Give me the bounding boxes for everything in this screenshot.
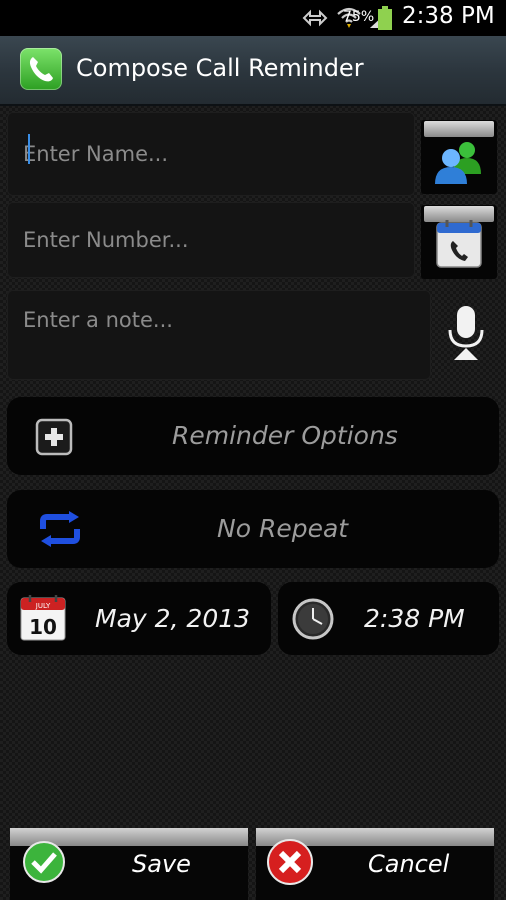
status-clock: 2:38 PM: [402, 3, 495, 29]
name-input[interactable]: [7, 112, 415, 196]
button-bar: [424, 121, 494, 137]
phone-app-icon: [20, 48, 62, 90]
number-input[interactable]: [7, 202, 415, 278]
repeat-button[interactable]: No Repeat: [7, 490, 499, 568]
checkmark-icon: [23, 841, 65, 883]
save-label: Save: [132, 850, 191, 878]
contacts-button[interactable]: [421, 120, 497, 194]
note-input[interactable]: [7, 290, 431, 380]
reminder-options-button[interactable]: Reminder Options: [7, 397, 499, 475]
note-field-container: [7, 290, 431, 380]
time-picker-button[interactable]: 2:38 PM: [278, 582, 499, 655]
repeat-icon: [40, 511, 80, 547]
calendar-month: JULY: [35, 602, 51, 610]
time-value: 2:38 PM: [364, 604, 465, 633]
text-cursor: [28, 134, 30, 164]
repeat-label: No Repeat: [217, 514, 349, 543]
call-log-icon: [436, 220, 482, 268]
contacts-icon: [435, 142, 481, 184]
name-field-container: [7, 112, 415, 196]
microphone-icon[interactable]: [446, 304, 486, 362]
cancel-label: Cancel: [368, 850, 450, 878]
number-field-container: [7, 202, 415, 278]
cancel-button[interactable]: Cancel: [256, 828, 494, 900]
clock-icon: [292, 598, 334, 640]
cancel-icon: [267, 839, 313, 885]
calendar-day: 10: [29, 615, 57, 639]
date-value: May 2, 2013: [95, 604, 251, 633]
calendar-icon: JULY 10: [20, 595, 66, 641]
save-button[interactable]: Save: [10, 828, 248, 900]
battery-percent: 75%: [343, 9, 375, 25]
plus-icon: [35, 418, 73, 456]
page-title: Compose Call Reminder: [76, 54, 364, 82]
date-picker-button[interactable]: JULY 10 May 2, 2013: [7, 582, 271, 655]
reminder-options-label: Reminder Options: [172, 421, 398, 450]
data-sync-icon: [302, 9, 328, 27]
call-log-button[interactable]: [421, 205, 497, 279]
title-bar: Compose Call Reminder: [0, 36, 506, 106]
status-bar: 75% 2:38 PM: [0, 0, 506, 36]
battery-icon: [378, 6, 392, 30]
